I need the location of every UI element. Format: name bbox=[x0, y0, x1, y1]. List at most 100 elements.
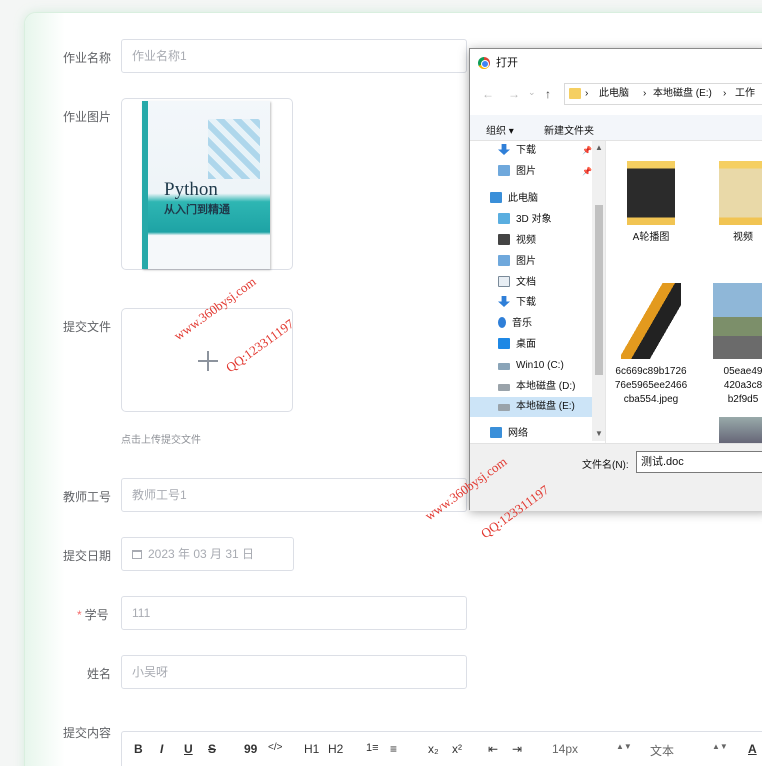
pin-icon: 📌 bbox=[582, 146, 592, 155]
name-input[interactable]: 小吴呀 bbox=[121, 655, 467, 689]
indent-button[interactable]: ⇥ bbox=[512, 742, 522, 756]
address-bar: ← → ⌄ ↑ › 此电脑 › 本地磁盘 (E:) › 工作 bbox=[470, 77, 762, 111]
network-icon bbox=[490, 427, 502, 438]
download-icon bbox=[498, 296, 510, 307]
file-tile-image-battery[interactable]: 6c669c89b1726 76e5965ee2466 cba554.jpeg bbox=[607, 283, 701, 407]
file-name-line: cba554.jpeg bbox=[623, 394, 679, 405]
scroll-down-icon[interactable]: ▼ bbox=[595, 429, 603, 438]
pictures-icon bbox=[498, 255, 510, 266]
file-tile-folder-carousel[interactable]: A轮播图 bbox=[607, 161, 701, 245]
font-color-button[interactable]: A bbox=[748, 742, 757, 756]
strike-button[interactable]: S bbox=[208, 742, 216, 756]
drive-icon bbox=[498, 384, 510, 391]
filename-label: 文件名(N): bbox=[582, 460, 629, 471]
nav-item-network[interactable]: 网络 bbox=[490, 424, 528, 443]
ordered-list-button[interactable]: 1≡ bbox=[366, 742, 379, 754]
3d-objects-icon bbox=[498, 213, 510, 224]
crumb-this-pc[interactable]: 此电脑 bbox=[599, 84, 629, 104]
required-mark: * bbox=[77, 608, 82, 622]
scroll-thumb[interactable] bbox=[595, 205, 603, 375]
image-thumbnail-icon bbox=[621, 283, 681, 359]
nav-item-videos[interactable]: 视频 bbox=[498, 231, 536, 251]
nav-item-pictures-quick[interactable]: 图片 bbox=[498, 162, 536, 182]
h1-button[interactable]: H1 bbox=[304, 742, 319, 756]
file-name-line: 05eae49 bbox=[723, 366, 762, 377]
nav-item-desktop[interactable]: 桌面 bbox=[498, 335, 536, 355]
folder-icon bbox=[569, 88, 581, 99]
scroll-up-icon[interactable]: ▲ bbox=[595, 143, 603, 152]
new-folder-button[interactable]: 新建文件夹 bbox=[544, 122, 594, 137]
submit-date-value: 2023 年 03 月 31 日 bbox=[148, 547, 255, 561]
outdent-button[interactable]: ⇤ bbox=[488, 742, 498, 756]
file-name: A轮播图 bbox=[632, 232, 670, 243]
nav-scrollbar[interactable]: ▲ ▼ bbox=[592, 141, 605, 441]
file-name-line: b2f9d5 bbox=[727, 394, 759, 405]
dialog-titlebar[interactable]: 打开 bbox=[470, 49, 762, 77]
file-open-dialog[interactable]: 打开 ← → ⌄ ↑ › 此电脑 › 本地磁盘 (E:) › 工作 组织 ▾ 新… bbox=[422, 48, 762, 541]
nav-item-pictures[interactable]: 图片 bbox=[498, 252, 536, 272]
nav-item-downloads-quick[interactable]: 下载 bbox=[498, 141, 536, 161]
crumb-work[interactable]: 工作 bbox=[735, 84, 755, 104]
nav-item-downloads[interactable]: 下载 bbox=[498, 293, 536, 313]
video-icon bbox=[498, 234, 510, 245]
computer-icon bbox=[490, 192, 502, 203]
nav-item-3d-objects[interactable]: 3D 对象 bbox=[498, 210, 552, 230]
nav-item-music[interactable]: 音乐 bbox=[498, 314, 532, 334]
h2-button[interactable]: H2 bbox=[328, 742, 343, 756]
path-breadcrumb[interactable]: › 此电脑 › 本地磁盘 (E:) › 工作 bbox=[564, 83, 762, 105]
folder-icon bbox=[719, 161, 762, 225]
bold-button[interactable]: B bbox=[134, 742, 143, 756]
subscript-button[interactable]: x₂ bbox=[428, 742, 439, 756]
dialog-title: 打开 bbox=[496, 57, 518, 69]
nav-item-drive-d[interactable]: 本地磁盘 (D:) bbox=[498, 377, 575, 397]
file-tile-folder-video[interactable]: 视频 bbox=[693, 161, 762, 245]
student-id-input[interactable]: 111 bbox=[121, 596, 467, 630]
file-upload-box[interactable] bbox=[121, 308, 293, 412]
superscript-button[interactable]: x² bbox=[452, 742, 462, 756]
book-cover-title: Python bbox=[164, 179, 218, 200]
rich-text-editor[interactable]: B I U S 99 </> H1 H2 1≡ ≡ x₂ x² ⇤ ⇥ 14px… bbox=[121, 731, 762, 766]
filename-input[interactable]: 测试.doc bbox=[636, 451, 762, 473]
history-dropdown-icon[interactable]: ⌄ bbox=[528, 87, 536, 98]
document-icon bbox=[498, 276, 510, 287]
plus-icon bbox=[198, 351, 218, 371]
text-style-select[interactable]: 文本 bbox=[650, 742, 674, 759]
homework-name-input[interactable]: 作业名称1 bbox=[121, 39, 467, 73]
underline-button[interactable]: U bbox=[184, 742, 193, 756]
book-cover-graphic bbox=[208, 119, 260, 179]
nav-item-documents[interactable]: 文档 bbox=[498, 273, 536, 293]
nav-item-this-pc[interactable]: 此电脑 bbox=[490, 189, 538, 209]
file-tile-image-landscape[interactable]: 05eae49 420a3c8 b2f9d5 bbox=[693, 283, 762, 407]
crumb-drive-e[interactable]: 本地磁盘 (E:) bbox=[653, 84, 712, 104]
download-icon bbox=[498, 144, 510, 155]
file-list: A轮播图 视频 6c669c89b1726 76e5965ee2466 cba5… bbox=[607, 141, 762, 443]
calendar-icon bbox=[132, 550, 142, 559]
bullet-list-button[interactable]: ≡ bbox=[390, 742, 397, 756]
chrome-icon bbox=[478, 57, 490, 69]
quote-button[interactable]: 99 bbox=[244, 742, 257, 756]
italic-button[interactable]: I bbox=[160, 742, 163, 756]
organize-button[interactable]: 组织 ▾ bbox=[486, 122, 514, 137]
drive-icon bbox=[498, 404, 510, 411]
homework-image-upload[interactable]: Python 从入门到精通 bbox=[121, 98, 293, 270]
desktop-icon bbox=[498, 338, 510, 349]
pictures-icon bbox=[498, 165, 510, 176]
upload-hint: 点击上传提交文件 bbox=[121, 435, 201, 446]
music-icon bbox=[498, 317, 506, 328]
font-size-select[interactable]: 14px bbox=[552, 742, 578, 756]
file-name-line: 6c669c89b1726 bbox=[615, 366, 687, 377]
command-bar: 组织 ▾ 新建文件夹 bbox=[470, 115, 762, 141]
image-thumbnail-icon bbox=[713, 283, 762, 359]
navigation-pane: 下载 📌 图片 📌 此电脑 3D 对象 视频 图片 文档 下载 音乐 桌面 Wi… bbox=[470, 141, 606, 443]
dialog-bottom-bar: 文件名(N): 测试.doc bbox=[470, 443, 762, 511]
back-arrow-icon[interactable]: ← bbox=[482, 87, 494, 101]
teacher-id-input[interactable]: 教师工号1 bbox=[121, 478, 467, 512]
nav-item-drive-e[interactable]: 本地磁盘 (E:) bbox=[470, 397, 592, 417]
up-arrow-icon[interactable]: ↑ bbox=[545, 87, 551, 101]
submit-date-picker[interactable]: 2023 年 03 月 31 日 bbox=[121, 537, 294, 571]
forward-arrow-icon[interactable]: → bbox=[508, 87, 520, 101]
code-button[interactable]: </> bbox=[268, 742, 282, 753]
drive-c-icon bbox=[498, 363, 510, 370]
nav-item-drive-c[interactable]: Win10 (C:) bbox=[498, 356, 564, 376]
text-style-arrow-icon: ▲▼ bbox=[712, 742, 728, 751]
